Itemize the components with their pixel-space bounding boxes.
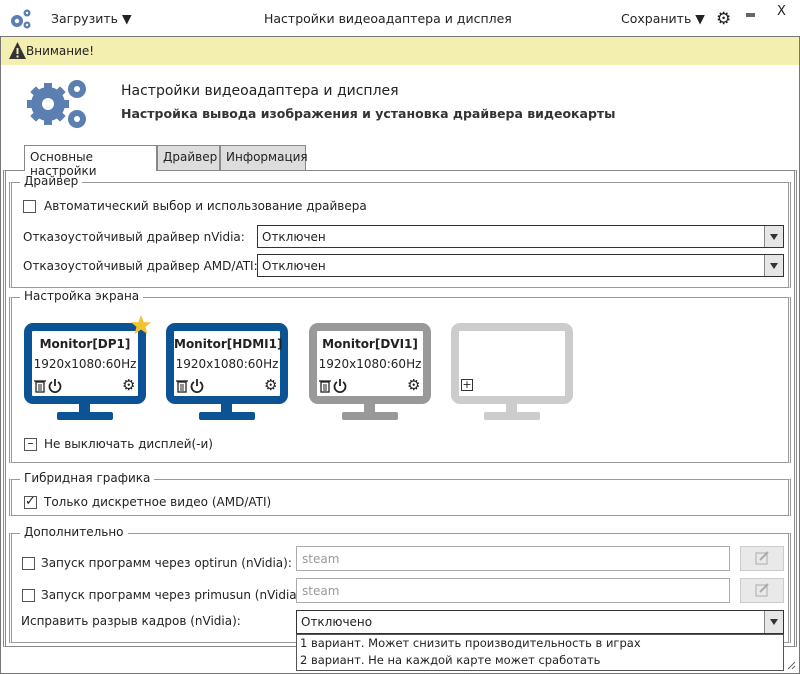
amd-driver-value: Отключен (262, 259, 326, 273)
dropdown-option[interactable]: 2 вариант. Не на каждой карте может сраб… (297, 652, 783, 669)
primusun-label: Запуск программ через primusun (nVidia): (41, 588, 306, 602)
warning-text: Внимание! (26, 44, 95, 58)
header-subtitle: Настройка вывода изображения и установка… (121, 106, 616, 121)
monitor-name: Monitor[HDMI1] (174, 337, 283, 351)
monitor-stand (506, 404, 517, 412)
trash-icon[interactable] (319, 379, 331, 393)
monitor-screen: Monitor[DVI1] 1920x1080:60Hz ⚙ (309, 323, 431, 404)
hybrid-legend: Гибридная графика (20, 471, 155, 485)
header-gears-icon (27, 80, 86, 128)
primary-star-icon (130, 314, 152, 335)
auto-driver-checkbox[interactable] (23, 200, 36, 213)
amd-driver-select[interactable]: Отключен (257, 254, 784, 277)
load-menu-button[interactable]: Загрузить ▼ (51, 11, 132, 26)
settings-gear-icon[interactable]: ⚙ (716, 9, 731, 29)
edit-icon (755, 551, 769, 565)
load-label: Загрузить (51, 11, 118, 26)
monitor-settings-gear-icon[interactable]: ⚙ (407, 376, 420, 394)
dropdown-option[interactable]: 1 вариант. Может снизить производительно… (297, 635, 783, 652)
monitor-base (199, 412, 255, 420)
power-icon[interactable] (190, 379, 204, 393)
screen-legend: Настройка экрана (20, 289, 144, 303)
optirun-edit-button[interactable] (740, 546, 784, 571)
optirun-label: Запуск программ через optirun (nVidia): (41, 556, 292, 570)
edit-icon (755, 583, 769, 597)
monitor-card[interactable]: + (451, 323, 573, 421)
monitor-stand (364, 404, 375, 412)
monitor-settings-gear-icon[interactable]: ⚙ (122, 376, 135, 394)
monitor-card[interactable]: Monitor[DVI1] 1920x1080:60Hz ⚙ (309, 323, 431, 421)
window-title: Настройки видеоадаптера и дисплея (264, 11, 512, 26)
tearing-select[interactable]: Отключено (296, 610, 784, 634)
tab-main-settings[interactable]: Основные настройки (24, 145, 157, 178)
resize-grip-icon[interactable] (786, 660, 796, 670)
chevron-down-icon[interactable] (764, 255, 783, 276)
save-label: Сохранить (621, 11, 692, 26)
monitor-name: Monitor[DP1] (39, 337, 131, 351)
monitor-base (57, 412, 113, 420)
title-bar: Загрузить ▼ Настройки видеоадаптера и ди… (0, 0, 800, 37)
extra-legend: Дополнительно (20, 525, 128, 539)
monitor-base (484, 412, 540, 420)
monitor-mode: 1920x1080:60Hz (33, 357, 137, 371)
save-menu-button[interactable]: Сохранить ▼ (621, 11, 705, 26)
chevron-down-icon: ▼ (695, 11, 705, 26)
chevron-down-icon[interactable] (764, 226, 783, 247)
monitor-screen: + (451, 323, 573, 404)
nvidia-driver-label: Отказоустойчивый драйвер nVidia: (23, 230, 245, 244)
auto-driver-label: Автоматический выбор и использование дра… (44, 199, 367, 213)
header-title: Настройки видеоадаптера и дисплея (121, 83, 399, 99)
monitor-stand (221, 404, 232, 412)
trash-icon[interactable] (34, 379, 46, 393)
monitor-base (342, 412, 398, 420)
keep-displays-on-checkbox[interactable]: – (24, 437, 37, 451)
amd-driver-label: Отказоустойчивый драйвер AMD/ATI: (23, 259, 258, 273)
nvidia-driver-select[interactable]: Отключен (257, 225, 784, 248)
chevron-down-icon: ▼ (121, 11, 132, 26)
minimize-button[interactable] (746, 13, 755, 17)
add-monitor-icon[interactable]: + (461, 379, 473, 391)
tearing-value: Отключено (301, 615, 373, 629)
monitor-mode: 1920x1080:60Hz (318, 357, 422, 371)
tearing-dropdown-list: 1 вариант. Может снизить производительно… (296, 634, 784, 671)
power-icon[interactable] (48, 379, 62, 393)
tearing-label: Исправить разрыв кадров (nVidia): (21, 614, 241, 628)
monitor-name: Monitor[DVI1] (322, 337, 418, 351)
nvidia-driver-value: Отключен (262, 230, 326, 244)
primusun-input[interactable]: steam (296, 578, 730, 603)
primusun-edit-button[interactable] (740, 578, 784, 603)
monitor-settings-gear-icon[interactable]: ⚙ (264, 376, 277, 394)
monitor-screen: Monitor[DP1] 1920x1080:60Hz ⚙ (24, 323, 146, 404)
close-button[interactable]: X (777, 4, 786, 19)
power-icon[interactable] (333, 379, 347, 393)
app-gears-icon (11, 9, 31, 29)
tab-information[interactable]: Информация (220, 145, 308, 170)
monitor-screen: Monitor[HDMI1] 1920x1080:60Hz ⚙ (166, 323, 288, 404)
warning-bar: Внимание! (1, 37, 799, 65)
primusun-checkbox[interactable] (22, 589, 35, 602)
optirun-input[interactable]: steam (296, 546, 730, 571)
monitor-stand (79, 404, 90, 412)
chevron-down-icon[interactable] (764, 611, 783, 633)
discrete-video-label: Только дискретное видео (AMD/ATI) (44, 495, 272, 509)
tab-driver[interactable]: Драйвер (157, 145, 220, 170)
monitor-card[interactable]: Monitor[HDMI1] 1920x1080:60Hz ⚙ (166, 323, 288, 421)
monitor-card[interactable]: Monitor[DP1] 1920x1080:60Hz ⚙ (24, 314, 152, 421)
optirun-checkbox[interactable] (22, 557, 35, 570)
monitor-mode: 1920x1080:60Hz (175, 357, 279, 371)
trash-icon[interactable] (176, 379, 188, 393)
discrete-video-checkbox[interactable]: ✓ (24, 495, 37, 509)
keep-displays-on-label: Не выключать дисплей(-и) (44, 437, 213, 451)
warning-icon (9, 42, 26, 59)
